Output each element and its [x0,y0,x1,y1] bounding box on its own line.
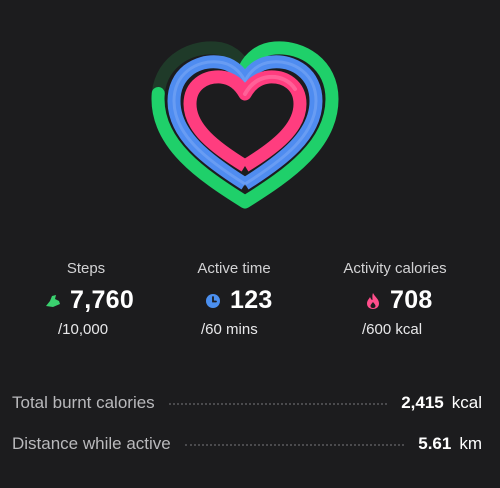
distance-row[interactable]: Distance while active 5.61 km [12,431,482,457]
stat-calories-goal: /600 kcal [362,321,423,338]
shoe-icon [44,292,62,310]
stat-active-time-value-row: 123 [204,286,273,315]
stat-steps-value: 7,760 [70,286,135,314]
heart-rings-graphic [151,41,339,209]
stat-steps-label: Steps [66,260,106,277]
activity-heart-rings[interactable] [140,34,350,224]
stat-steps-value-row: 7,760 [44,286,134,315]
total-burnt-calories-row[interactable]: Total burnt calories 2,415 kcal [12,390,482,416]
clock-icon [204,292,222,310]
total-burnt-calories-value: 2,415 [401,393,444,412]
dotted-leader [168,403,388,405]
stat-calories-value: 708 [390,286,433,314]
stat-calories-label: Activity calories [343,260,447,277]
total-burnt-calories-unit: kcal [451,393,482,412]
dotted-leader [184,444,405,446]
distance-value: 5.61 [418,434,452,453]
distance-label: Distance while active [12,434,171,453]
total-burnt-calories-label: Total burnt calories [12,393,155,412]
activity-summary-screen: Steps 7,760 /10,000 Active time 123 /60 … [0,0,500,488]
stat-calories-value-row: 708 [364,286,433,315]
flame-icon [364,292,382,310]
stat-active-time-value: 123 [230,286,273,314]
stat-active-time-label: Active time [197,260,271,277]
distance-unit: km [459,434,482,453]
stats-row: Steps 7,760 /10,000 Active time 123 /60 … [0,260,500,350]
stat-active-time-goal: /60 mins [201,321,258,338]
stat-steps-goal: /10,000 [58,321,109,338]
